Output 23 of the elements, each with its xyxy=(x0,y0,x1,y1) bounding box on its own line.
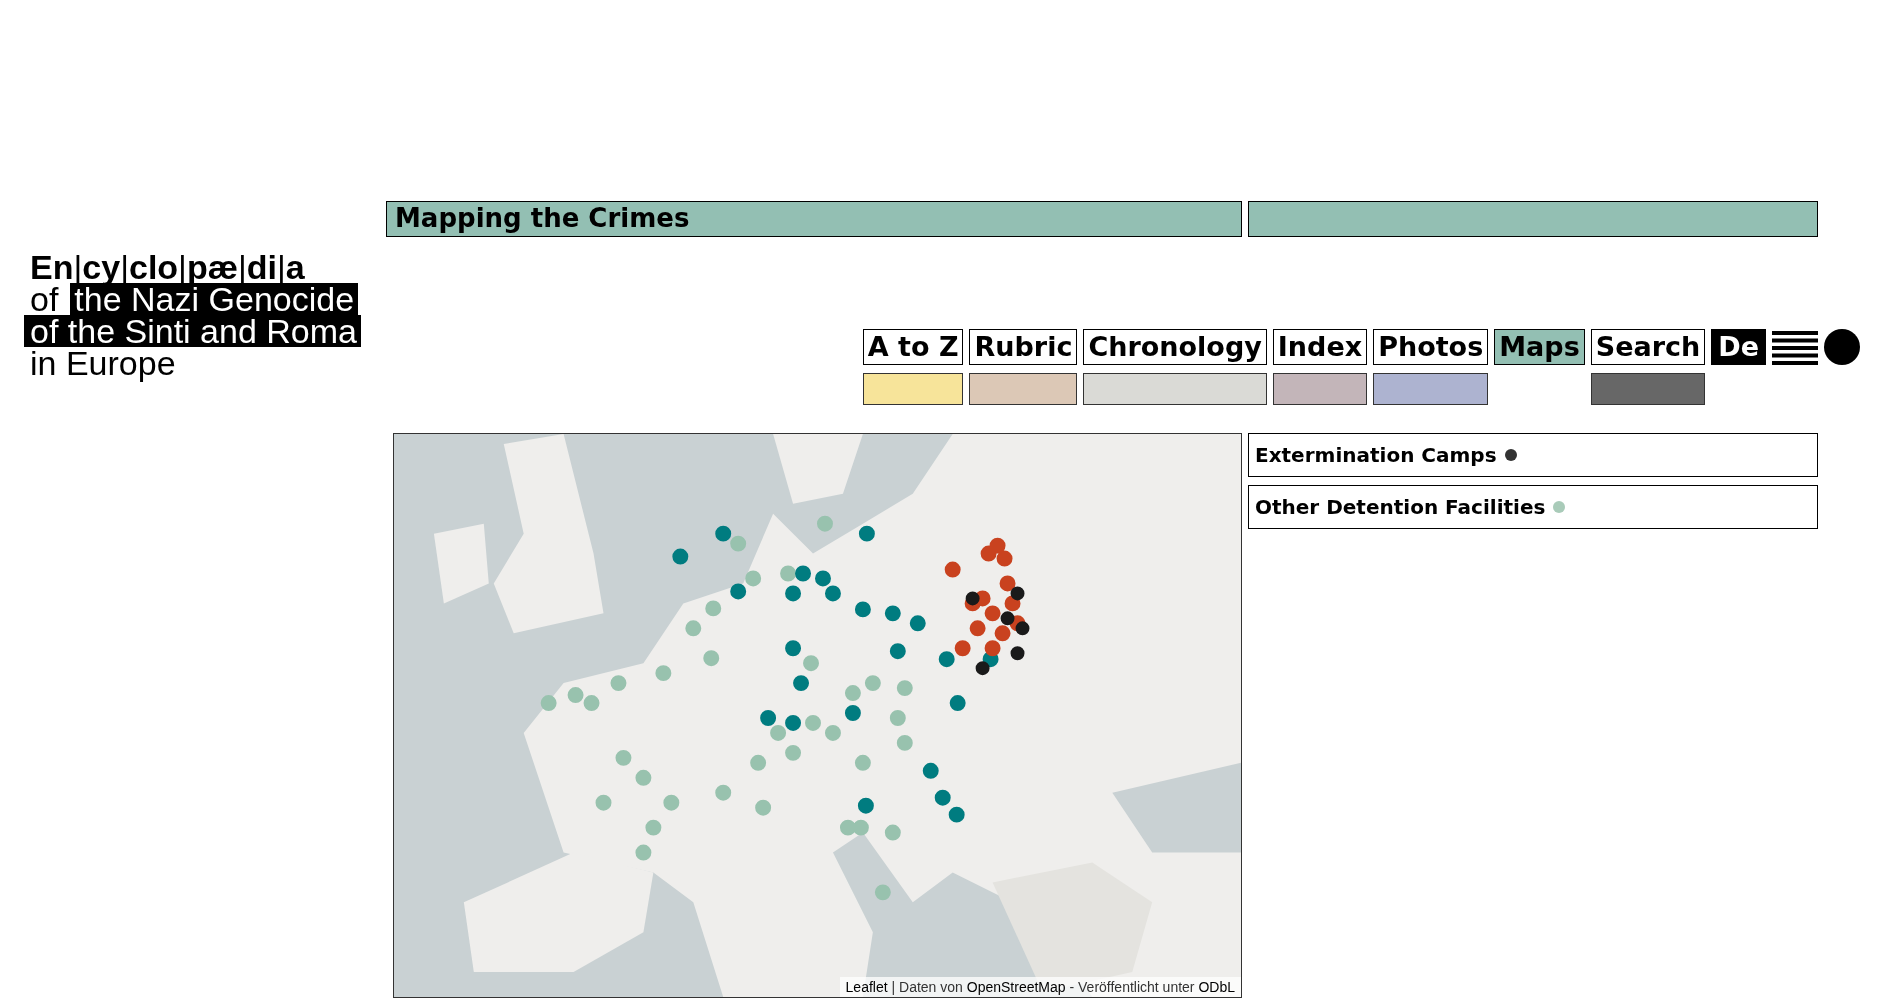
nav-tab[interactable]: A to Z xyxy=(862,329,964,365)
legend-item[interactable]: Other Detention Facilities xyxy=(1248,485,1818,529)
attribution-link[interactable]: ODbL xyxy=(1198,979,1235,995)
circle-icon[interactable] xyxy=(1824,329,1860,365)
nav-tab[interactable]: Photos xyxy=(1373,329,1489,365)
attribution-text: | Daten von xyxy=(890,979,964,995)
nav-tab[interactable]: Rubric xyxy=(969,329,1078,365)
logo-text: the Nazi Genocide xyxy=(70,283,359,315)
attribution-link[interactable]: OpenStreetMap xyxy=(966,979,1066,995)
nav-tab[interactable]: Search xyxy=(1590,329,1706,365)
legend-label: Other Detention Facilities xyxy=(1255,495,1546,519)
attribution-text: - Veröffentlicht unter xyxy=(1068,979,1196,995)
logo-text: of xyxy=(29,283,60,315)
nav-tab[interactable]: Chronology xyxy=(1083,329,1267,365)
language-button[interactable]: De xyxy=(1711,329,1766,365)
logo-text: of the Sinti and Roma xyxy=(24,315,361,347)
nav-tab[interactable]: Index xyxy=(1272,329,1368,365)
legend-label: Extermination Camps xyxy=(1255,443,1497,467)
menu-icon[interactable] xyxy=(1772,331,1818,365)
page-title: Mapping the Crimes xyxy=(395,203,690,235)
legend-item[interactable]: Extermination Camps xyxy=(1248,433,1818,477)
nav-tab[interactable]: Maps xyxy=(1494,329,1585,365)
attribution-link[interactable]: Leaflet xyxy=(845,979,888,995)
